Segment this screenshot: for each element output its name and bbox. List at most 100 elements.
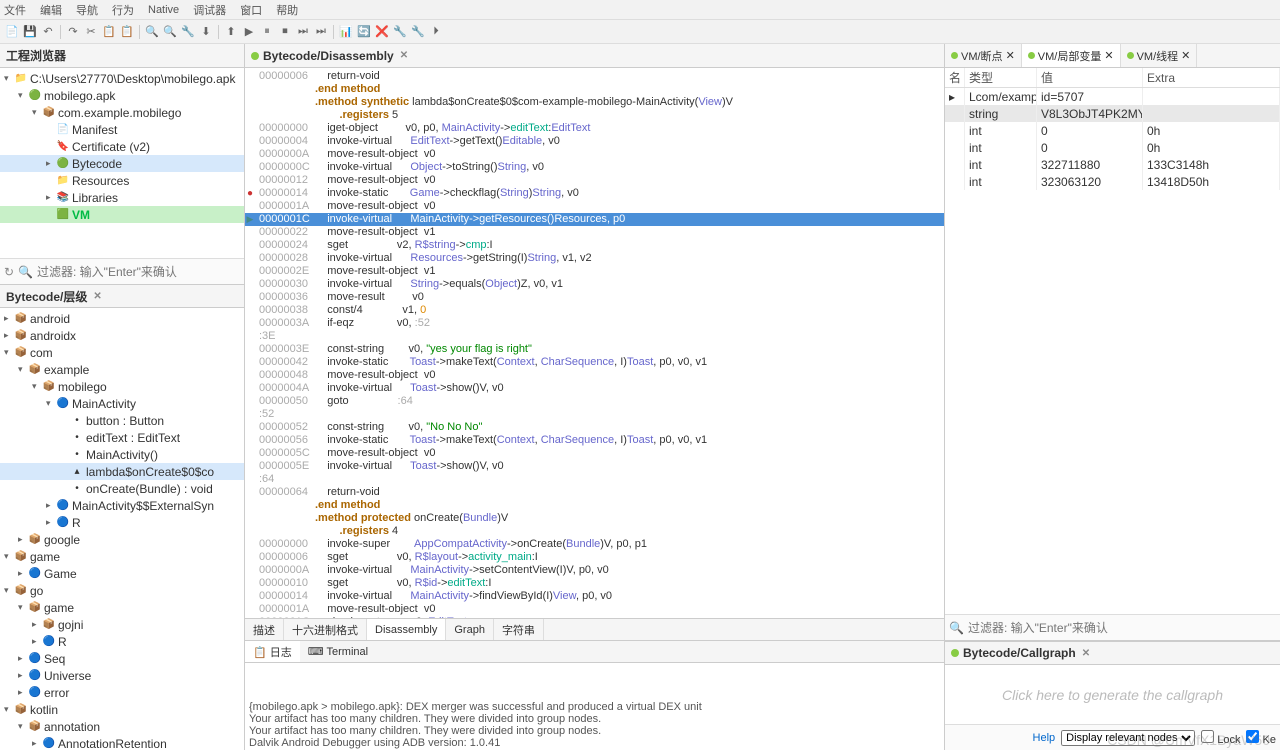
code-line[interactable]: 00000000 iget-object v0, p0, MainActivit… <box>245 122 944 135</box>
expand-icon[interactable]: ▾ <box>32 381 42 392</box>
code-view[interactable]: 00000006 return-void.end method.method s… <box>245 68 944 618</box>
right-tab[interactable]: VM/断点✕ <box>945 44 1022 67</box>
tree-row[interactable]: ▾📦mobilego <box>0 378 244 395</box>
display-mode-select[interactable]: Display relevant nodes <box>1061 730 1195 746</box>
code-line[interactable]: .registers 5 <box>245 109 944 122</box>
bottom-tab[interactable]: 十六进制格式 <box>284 619 367 640</box>
gutter[interactable] <box>245 343 255 356</box>
code-line[interactable]: :3E <box>245 330 944 343</box>
code-line[interactable]: 00000052 const-string v0, "No No No" <box>245 421 944 434</box>
gutter[interactable] <box>245 447 255 460</box>
tree-row[interactable]: ▸🔵R <box>0 633 244 650</box>
expand-icon[interactable]: ▾ <box>18 721 28 732</box>
package-tree[interactable]: ▸📦android▸📦androidx▾📦com▾📦example▾📦mobil… <box>0 308 244 750</box>
ke-checkbox[interactable]: Ke <box>1246 730 1276 746</box>
close-icon[interactable]: ✕ <box>1082 648 1090 659</box>
expand-icon[interactable]: ▸ <box>46 158 56 169</box>
gutter[interactable] <box>245 317 255 330</box>
var-row[interactable]: ▸Lcom/exampid=5707 <box>945 88 1280 105</box>
gutter[interactable] <box>245 135 255 148</box>
code-line[interactable]: 00000042 invoke-static Toast->makeText(C… <box>245 356 944 369</box>
gutter[interactable] <box>245 382 255 395</box>
gutter[interactable] <box>245 590 255 603</box>
tree-row[interactable]: •button : Button <box>0 412 244 429</box>
tree-row[interactable]: ▴lambda$onCreate$0$co <box>0 463 244 480</box>
menu-item[interactable]: 调试器 <box>193 2 226 18</box>
gutter[interactable] <box>245 434 255 447</box>
expand-icon[interactable]: ▸ <box>32 636 42 647</box>
gutter[interactable] <box>245 603 255 616</box>
gutter[interactable] <box>245 551 255 564</box>
gutter[interactable] <box>245 83 255 96</box>
code-line[interactable]: .method protected onCreate(Bundle)V <box>245 512 944 525</box>
tree-row[interactable]: ▾📦com <box>0 344 244 361</box>
tree-row[interactable]: ▸🔵Universe <box>0 667 244 684</box>
gutter[interactable] <box>245 278 255 291</box>
gutter[interactable] <box>245 122 255 135</box>
code-line[interactable]: 00000024 sget v2, R$string->cmp:I <box>245 239 944 252</box>
gutter[interactable] <box>245 96 255 109</box>
gutter[interactable] <box>245 525 255 538</box>
expand-icon[interactable]: ▾ <box>18 364 28 375</box>
code-line[interactable]: 0000001C invoke-virtual MainActivity->ge… <box>245 213 944 226</box>
toolbar-button[interactable]: 🔧 <box>180 24 196 40</box>
toolbar-button[interactable]: ⏭ <box>295 24 311 40</box>
menu-item[interactable]: 帮助 <box>276 2 298 18</box>
bottom-tab[interactable]: 字符串 <box>494 619 544 640</box>
tree-row[interactable]: ▾📦com.example.mobilego <box>0 104 244 121</box>
code-line[interactable]: 00000022 move-result-object v1 <box>245 226 944 239</box>
tree-row[interactable]: ▾📁C:\Users\27770\Desktop\mobilego.apk <box>0 70 244 87</box>
gutter[interactable] <box>245 421 255 434</box>
code-line[interactable]: 00000006 return-void <box>245 70 944 83</box>
code-line[interactable]: 0000002E move-result-object v1 <box>245 265 944 278</box>
tree-row[interactable]: •onCreate(Bundle) : void <box>0 480 244 497</box>
var-row[interactable]: int32306312013418D50h <box>945 173 1280 190</box>
code-line[interactable]: 0000001C check-cast v0, EditText <box>245 616 944 618</box>
code-line[interactable]: 00000038 const/4 v1, 0 <box>245 304 944 317</box>
menu-item[interactable]: 行为 <box>112 2 134 18</box>
gutter[interactable] <box>245 330 255 343</box>
toolbar-button[interactable]: ⬇ <box>198 24 214 40</box>
menu-item[interactable]: 文件 <box>4 2 26 18</box>
gutter[interactable] <box>245 70 255 83</box>
bottom-tab[interactable]: Disassembly <box>367 619 446 640</box>
gutter[interactable] <box>245 161 255 174</box>
gutter[interactable] <box>245 369 255 382</box>
gutter[interactable] <box>245 174 255 187</box>
expand-icon[interactable]: ▾ <box>18 90 28 101</box>
project-tree[interactable]: ▾📁C:\Users\27770\Desktop\mobilego.apk▾🟢m… <box>0 68 244 258</box>
expand-icon[interactable]: ▸ <box>18 534 28 545</box>
toolbar-button[interactable]: ⏭ <box>313 24 329 40</box>
tree-row[interactable]: 🔖Certificate (v2) <box>0 138 244 155</box>
gutter[interactable] <box>245 291 255 304</box>
code-line[interactable]: 00000048 move-result-object v0 <box>245 369 944 382</box>
expand-icon[interactable]: ▸ <box>32 738 42 749</box>
gutter[interactable] <box>245 408 255 421</box>
gutter[interactable] <box>245 187 255 200</box>
toolbar-button[interactable]: 📊 <box>338 24 354 40</box>
gutter[interactable] <box>245 460 255 473</box>
gutter[interactable] <box>245 213 255 226</box>
callgraph-body[interactable]: Click here to generate the callgraph <box>945 665 1280 724</box>
toolbar-button[interactable]: 💾 <box>22 24 38 40</box>
tree-row[interactable]: ▾📦go <box>0 582 244 599</box>
expand-icon[interactable]: ▸ <box>18 670 28 681</box>
gutter[interactable] <box>245 304 255 317</box>
code-line[interactable]: .registers 4 <box>245 525 944 538</box>
menu-item[interactable]: Native <box>148 4 179 16</box>
tree-row[interactable]: 📄Manifest <box>0 121 244 138</box>
right-tab[interactable]: VM/线程✕ <box>1121 44 1198 67</box>
tree-row[interactable]: ▸📦gojni <box>0 616 244 633</box>
code-line[interactable]: 0000005E invoke-virtual Toast->show()V, … <box>245 460 944 473</box>
tree-row[interactable]: ▾📦example <box>0 361 244 378</box>
var-row[interactable]: int322711880133C3148h <box>945 156 1280 173</box>
code-line[interactable]: 0000001A move-result-object v0 <box>245 603 944 616</box>
tree-row[interactable]: ▾🟢mobilego.apk <box>0 87 244 104</box>
gutter[interactable] <box>245 395 255 408</box>
expand-icon[interactable]: ▸ <box>4 330 14 341</box>
menu-item[interactable]: 编辑 <box>40 2 62 18</box>
code-line[interactable]: 00000036 move-result v0 <box>245 291 944 304</box>
lock-checkbox[interactable]: Lock <box>1201 730 1240 746</box>
gutter[interactable] <box>245 616 255 618</box>
toolbar-button[interactable]: 🔍 <box>144 24 160 40</box>
